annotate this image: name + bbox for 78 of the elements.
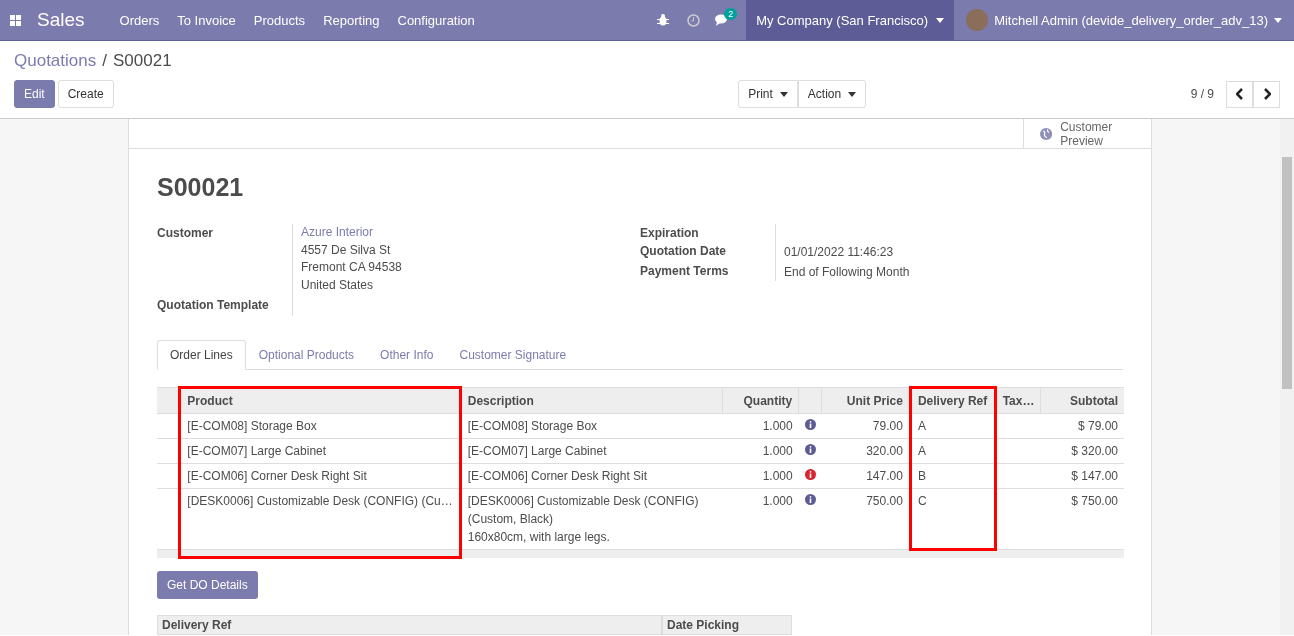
field-label: Customer: [157, 225, 214, 242]
address-line: Fremont CA 94538: [301, 259, 403, 276]
table-cell: [E-COM06] Corner Desk Right Sit: [179, 463, 461, 489]
column-header[interactable]: Quantity: [722, 387, 799, 414]
menu-item[interactable]: Configuration: [388, 12, 484, 28]
table-cell: [E-COM08] Storage Box: [179, 413, 461, 439]
get-do-details-button[interactable]: Get DO Details: [157, 571, 258, 599]
table-cell: 79.00: [821, 413, 911, 439]
column-header[interactable]: Description: [460, 387, 723, 414]
create-button[interactable]: Create: [57, 80, 114, 108]
next-button[interactable]: [1253, 80, 1280, 108]
record-title: S00021: [157, 173, 245, 202]
tab[interactable]: Optional Products: [245, 340, 368, 370]
column-header[interactable]: Delivery Ref: [910, 387, 996, 414]
breadcrumb-link[interactable]: Quotations: [14, 51, 97, 71]
caret-icon: [779, 91, 788, 97]
column-header[interactable]: Subtotal: [1040, 387, 1124, 414]
company-switcher[interactable]: My Company (San Francisco): [746, 0, 955, 40]
breadcrumb-separator: /: [102, 51, 107, 71]
tab[interactable]: Other Info: [367, 340, 447, 370]
globe-icon: [1040, 125, 1053, 142]
apps-grid-icon[interactable]: [10, 14, 21, 26]
chevron-left-icon: [1235, 88, 1244, 100]
field-label: Payment Terms: [640, 262, 730, 280]
breadcrumb-current: S00021: [112, 51, 172, 71]
scrollbar[interactable]: [1280, 119, 1294, 635]
info-icon[interactable]: [804, 444, 816, 455]
user-menu[interactable]: Mitchell Admin (devide_delivery_order_adv_13): [954, 9, 1294, 31]
column-header[interactable]: Product: [179, 387, 461, 414]
message-count-badge: 2: [724, 7, 738, 20]
column-header[interactable]: Tax…: [995, 387, 1041, 414]
previous-button[interactable]: [1226, 80, 1253, 108]
table-cell: [E-COM07] Large Cabinet: [179, 438, 461, 464]
table-cell: 1.000: [722, 438, 799, 464]
table-cell: 1.000: [722, 413, 799, 439]
column-header[interactable]: Unit Price: [821, 387, 911, 414]
table-cell: $ 320.00: [1040, 438, 1124, 464]
table-cell: 320.00: [821, 438, 911, 464]
column-header[interactable]: Date Picking: [662, 615, 792, 635]
tab[interactable]: Order Lines: [157, 340, 246, 370]
pager-counter: 9 / 9: [1190, 87, 1214, 101]
app-name: Sales: [37, 9, 85, 31]
table-cell: $ 147.00: [1040, 463, 1124, 489]
menu-item[interactable]: To Invoice: [168, 12, 245, 28]
table-cell: A: [910, 413, 996, 439]
field-value: 01/01/2022 11:46:23: [784, 244, 895, 261]
caret-icon: [848, 91, 857, 97]
customer-link[interactable]: Azure Interior: [301, 224, 632, 242]
info-icon[interactable]: [804, 419, 816, 430]
field-label: Quotation Date: [640, 243, 727, 260]
table-cell: [E-COM08] Storage Box: [460, 413, 723, 439]
bug-icon[interactable]: [657, 14, 670, 26]
edit-button[interactable]: Edit: [14, 80, 55, 108]
table-cell: A: [910, 438, 996, 464]
print-button[interactable]: Print: [738, 80, 798, 108]
menu-item[interactable]: Reporting: [314, 12, 389, 28]
info-icon[interactable]: [804, 494, 816, 505]
chevron-right-icon: [1262, 88, 1271, 100]
caret-icon: [936, 17, 945, 23]
address-line: United States: [301, 276, 375, 294]
table-cell: [E-COM06] Corner Desk Right Sit: [460, 463, 723, 489]
caret-icon: [1274, 17, 1282, 23]
field-value: End of Following Month: [784, 263, 911, 281]
menu-item[interactable]: Orders: [110, 12, 169, 28]
table-cell: 1.000: [722, 463, 799, 489]
menu-item[interactable]: Products: [244, 12, 315, 28]
tab[interactable]: Customer Signature: [446, 340, 580, 370]
user-avatar: [966, 9, 989, 31]
field-label: Quotation Template: [157, 297, 270, 314]
info-icon[interactable]: [804, 469, 816, 480]
address-line: 4557 De Silva St: [301, 241, 392, 259]
table-cell: B: [910, 463, 996, 489]
table-cell: [E-COM07] Large Cabinet: [460, 438, 723, 464]
table-cell: 147.00: [821, 463, 911, 489]
action-button[interactable]: Action: [797, 80, 867, 108]
table-cell: $ 79.00: [1040, 413, 1124, 439]
column-header[interactable]: Delivery Ref: [157, 615, 662, 635]
field-label: Expiration: [640, 225, 700, 242]
